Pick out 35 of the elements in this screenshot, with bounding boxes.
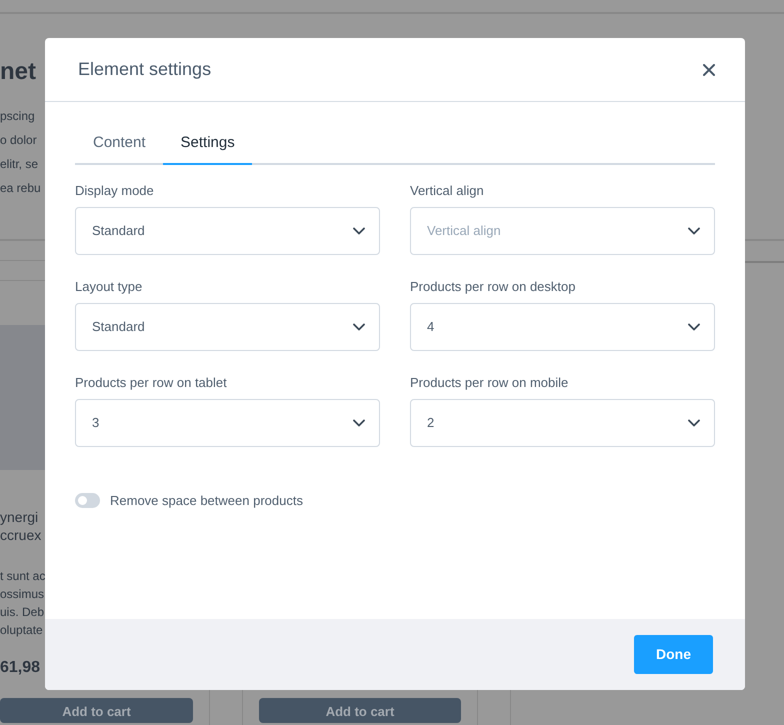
dialog-title: Element settings xyxy=(78,58,212,81)
tab[interactable]: Settings xyxy=(162,124,252,164)
product-description-line: oluptate xyxy=(0,622,43,639)
select-field[interactable]: 2 xyxy=(410,398,715,446)
chevron-down-icon xyxy=(353,418,365,426)
select-field[interactable]: Standard xyxy=(75,302,380,350)
field-label: Products per row on tablet xyxy=(75,374,228,390)
chevron-down-icon xyxy=(688,226,700,234)
product-description-line: t sunt ac xyxy=(0,568,46,585)
intro-text-line: elitr, se xyxy=(0,156,38,173)
product-description-line: ossimus xyxy=(0,586,44,603)
chevron-down-icon xyxy=(688,322,700,330)
select-field[interactable]: 4 xyxy=(410,302,715,350)
intro-text-line: o dolor xyxy=(0,132,37,149)
select-field[interactable]: Standard xyxy=(75,206,380,254)
field-label: Display mode xyxy=(75,182,155,198)
product-title-line: ccruex xyxy=(0,526,42,544)
intro-text-line: ea rebu xyxy=(0,180,41,197)
page-heading: net xyxy=(0,57,36,87)
field-label: Vertical align xyxy=(410,182,485,198)
field-label: Products per row on mobile xyxy=(410,374,570,390)
select-field[interactable]: 3 xyxy=(75,398,380,446)
close-icon[interactable] xyxy=(701,62,717,78)
chevron-down-icon xyxy=(353,322,365,330)
toggle-switch[interactable] xyxy=(75,492,100,508)
chevron-down-icon xyxy=(688,418,700,426)
product-title-line: ynergi xyxy=(0,508,38,526)
product-price: 61,98 xyxy=(0,658,40,678)
intro-text-line: pscing xyxy=(0,108,35,125)
product-description-line: uis. Deb xyxy=(0,604,44,621)
field-label: Products per row on desktop xyxy=(410,278,576,294)
field-label: Layout type xyxy=(75,278,144,294)
toggle-label: Remove space between products xyxy=(110,492,303,510)
chevron-down-icon xyxy=(353,226,365,234)
tab[interactable]: Content xyxy=(75,124,163,164)
